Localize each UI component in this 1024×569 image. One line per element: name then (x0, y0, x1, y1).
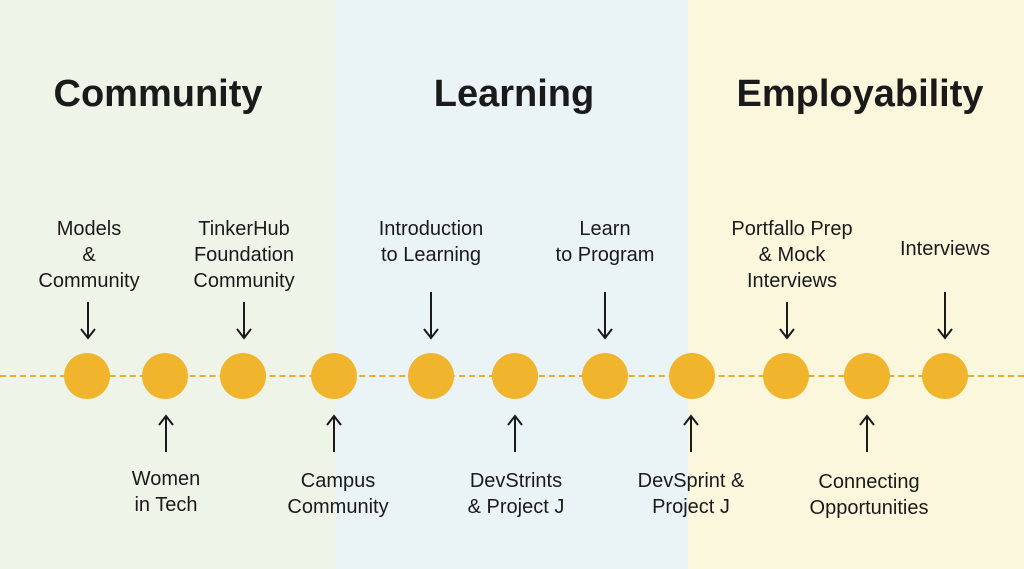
timeline-node-6 (492, 353, 538, 399)
milestone-label-women-in-tech: Women in Tech (132, 466, 201, 518)
label-line: Project J (652, 496, 730, 518)
milestone-label-campus-community: Campus Community (287, 468, 388, 520)
label-line: Interviews (746, 270, 838, 292)
timeline-node-9 (763, 353, 809, 399)
milestone-label-learn-to-program: Learn to Program (556, 216, 655, 268)
timeline-node-4 (311, 353, 357, 399)
label-line: Portfallo Prep (731, 218, 853, 240)
label-line: Women (131, 468, 201, 490)
milestone-label-connecting-opportunities: Connecting Opportunities (810, 469, 929, 521)
label-line: Community (38, 270, 140, 292)
label-line: & Mock (758, 244, 826, 266)
section-title-community: Community (53, 73, 263, 115)
label-line: & (82, 244, 96, 266)
label-line: Campus (300, 470, 376, 492)
label-line: in Tech (134, 494, 198, 516)
label-line: Models (56, 218, 122, 240)
label-line: Interviews (899, 238, 991, 260)
milestone-label-models-community: Models & Community (38, 216, 139, 294)
label-line: to Learning (380, 244, 482, 266)
timeline-node-3 (220, 353, 266, 399)
label-line: Connecting (818, 471, 920, 493)
label-line: DevStrints (469, 470, 563, 492)
milestone-label-devsprint-project-j: DevSprint & Project J (638, 468, 745, 520)
timeline-node-10 (844, 353, 890, 399)
arrow-down-icon (779, 302, 795, 340)
milestone-label-interviews: Interviews (900, 236, 990, 262)
label-line: Community (287, 496, 389, 518)
section-title-learning: Learning (433, 73, 595, 115)
arrow-down-icon (423, 292, 439, 340)
label-line: to Program (555, 244, 655, 266)
label-line: Opportunities (809, 497, 929, 519)
timeline-node-1 (64, 353, 110, 399)
section-title-employability: Employability (736, 73, 984, 115)
milestone-label-portfolio-prep: Portfallo Prep & Mock Interviews (731, 216, 852, 294)
arrow-up-icon (507, 414, 523, 452)
timeline-node-11 (922, 353, 968, 399)
milestone-label-introduction-to-learning: Introduction to Learning (379, 216, 484, 268)
label-line: Community (193, 270, 295, 292)
label-line: DevSprint & (637, 470, 745, 492)
arrow-down-icon (236, 302, 252, 340)
timeline-node-8 (669, 353, 715, 399)
label-line: Foundation (193, 244, 295, 266)
timeline-node-7 (582, 353, 628, 399)
arrow-up-icon (326, 414, 342, 452)
arrow-up-icon (158, 414, 174, 452)
label-line: Learn (579, 218, 631, 240)
label-line: & Project J (467, 496, 565, 518)
milestone-label-devstrints-project-j: DevStrints & Project J (468, 468, 565, 520)
label-line: Introduction (378, 218, 484, 240)
arrow-down-icon (937, 292, 953, 340)
arrow-up-icon (859, 414, 875, 452)
arrow-down-icon (80, 302, 96, 340)
arrow-up-icon (683, 414, 699, 452)
timeline-node-5 (408, 353, 454, 399)
timeline-node-2 (142, 353, 188, 399)
milestone-label-tinkerhub-foundation: TinkerHub Foundation Community (193, 216, 294, 294)
arrow-down-icon (597, 292, 613, 340)
label-line: TinkerHub (198, 218, 290, 240)
